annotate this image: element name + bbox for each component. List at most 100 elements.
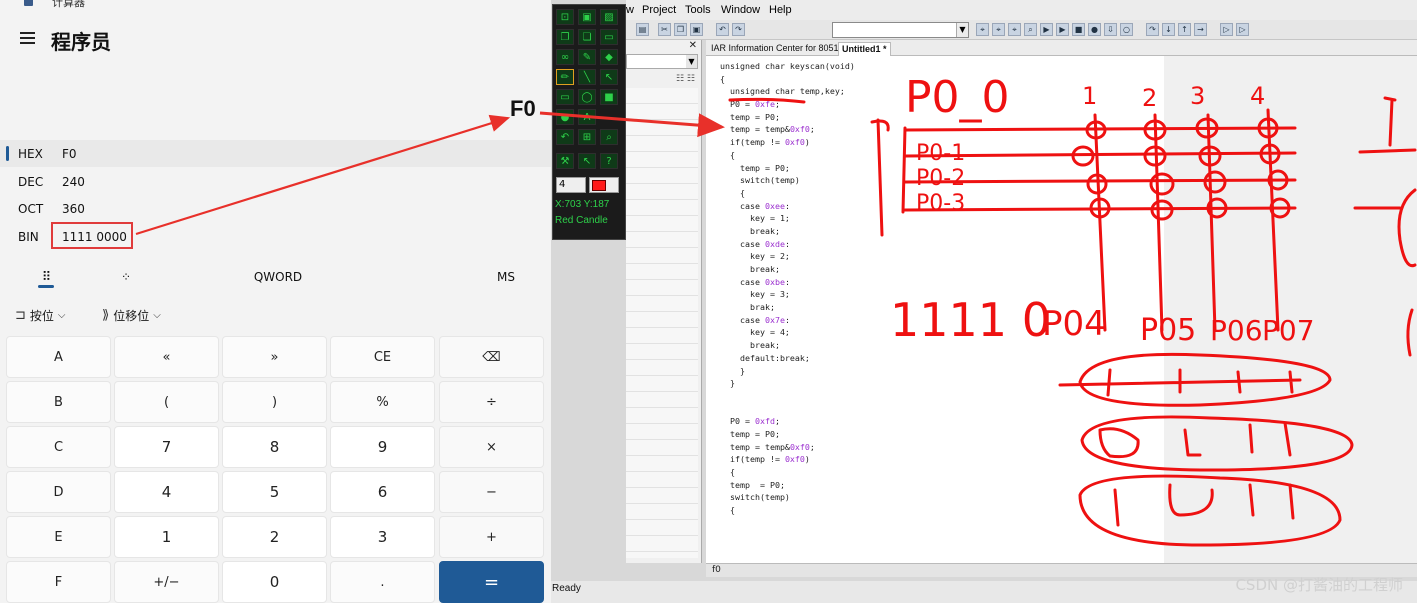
code-line[interactable] xyxy=(720,390,920,403)
shift-left-key[interactable]: « xyxy=(114,336,219,378)
code-line[interactable]: temp = P0; xyxy=(720,162,920,175)
code-line[interactable]: break; xyxy=(720,263,920,276)
pen-size-select[interactable]: 4 xyxy=(556,177,586,193)
next-bookmark-icon[interactable]: ⌖ xyxy=(1008,23,1021,36)
menu-tools[interactable]: Tools xyxy=(685,4,711,16)
negate-key[interactable]: +/− xyxy=(114,561,219,603)
code-line[interactable]: case 0xee: xyxy=(720,200,920,213)
key-7[interactable]: 7 xyxy=(114,426,219,468)
pen-icon[interactable]: ✏ xyxy=(556,69,574,85)
full-keypad-tab[interactable]: ⠿ xyxy=(26,258,66,296)
stop-build-icon[interactable]: ■ xyxy=(1072,23,1085,36)
key-e[interactable]: E xyxy=(6,516,111,558)
radix-oct-row[interactable]: OCT 360 xyxy=(0,195,551,222)
key-0[interactable]: 0 xyxy=(222,561,327,603)
memory-store-button[interactable]: MS xyxy=(486,258,526,296)
ellipse-icon[interactable]: ◯ xyxy=(578,89,596,105)
open-paren-key[interactable]: ( xyxy=(114,381,219,423)
filled-ellipse-icon[interactable]: ● xyxy=(556,109,574,125)
code-line[interactable] xyxy=(720,403,920,416)
paste-icon[interactable]: ▣ xyxy=(690,23,703,36)
bitshift-dropdown[interactable]: ⟫ 位移位 ⌵ xyxy=(102,307,161,324)
download-icon[interactable]: ⇩ xyxy=(1104,23,1117,36)
add-key[interactable]: + xyxy=(439,516,544,558)
key-b[interactable]: B xyxy=(6,381,111,423)
open-icon[interactable]: ⊡ xyxy=(556,9,574,25)
copy-icon[interactable]: ❐ xyxy=(674,23,687,36)
code-line[interactable]: case 0x7e: xyxy=(720,314,920,327)
tools-icon[interactable]: ⚒ xyxy=(556,153,574,169)
screenshot-icon[interactable]: ⊞ xyxy=(578,129,596,145)
next-statement-icon[interactable]: → xyxy=(1194,23,1207,36)
code-line[interactable]: break; xyxy=(720,339,920,352)
editor-pane[interactable]: IAR Information Center for 8051 Untitled… xyxy=(706,40,1417,563)
brush-icon[interactable]: ✎ xyxy=(578,49,596,65)
clear-entry-key[interactable]: CE xyxy=(330,336,435,378)
eraser-icon[interactable]: ◆ xyxy=(600,49,618,65)
divide-key[interactable]: ÷ xyxy=(439,381,544,423)
image-icon[interactable]: ▨ xyxy=(600,9,618,25)
find-in-files-icon[interactable]: ⌕ xyxy=(1024,23,1037,36)
find-combo[interactable]: ▼ xyxy=(832,22,969,38)
text-icon[interactable]: A xyxy=(578,109,596,125)
key-9[interactable]: 9 xyxy=(330,426,435,468)
backspace-key[interactable]: ⌫ xyxy=(439,336,544,378)
code-line[interactable]: if(temp != 0xf0) xyxy=(720,453,920,466)
key-c[interactable]: C xyxy=(6,426,111,468)
cursor-icon[interactable]: ↖ xyxy=(578,153,596,169)
decimal-key[interactable]: . xyxy=(330,561,435,603)
rectangle-icon[interactable]: ▭ xyxy=(556,89,574,105)
code-line[interactable]: key = 4; xyxy=(720,326,920,339)
source-code[interactable]: unsigned char keyscan(void){ unsigned ch… xyxy=(720,60,920,540)
key-5[interactable]: 5 xyxy=(222,471,327,513)
menu-view[interactable]: w xyxy=(626,4,634,16)
radix-hex-row[interactable]: HEX F0 xyxy=(0,140,551,167)
key-8[interactable]: 8 xyxy=(222,426,327,468)
arrow-icon[interactable]: ↖ xyxy=(600,69,618,85)
multiply-key[interactable]: × xyxy=(439,426,544,468)
zoom-icon[interactable]: ⌕ xyxy=(600,129,618,145)
tab-info-center[interactable]: IAR Information Center for 8051 xyxy=(708,42,842,56)
print-icon[interactable]: ▤ xyxy=(636,23,649,36)
breakpoint-icon[interactable]: ○ xyxy=(1120,23,1133,36)
step-into-icon[interactable]: ↓ xyxy=(1162,23,1175,36)
code-line[interactable]: { xyxy=(720,73,920,86)
key-1[interactable]: 1 xyxy=(114,516,219,558)
help-icon[interactable]: ? xyxy=(600,153,618,169)
undo-icon[interactable]: ↶ xyxy=(716,23,729,36)
code-line[interactable]: break; xyxy=(720,225,920,238)
code-line[interactable]: case 0xde: xyxy=(720,238,920,251)
menu-project[interactable]: Project xyxy=(642,4,676,16)
code-line[interactable]: temp = P0; xyxy=(720,428,920,441)
modulo-key[interactable]: % xyxy=(330,381,435,423)
code-line[interactable]: P0 = 0xfe; xyxy=(720,98,920,111)
key-3[interactable]: 3 xyxy=(330,516,435,558)
step-out-icon[interactable]: ↑ xyxy=(1178,23,1191,36)
menu-help[interactable]: Help xyxy=(769,4,792,16)
cut-icon[interactable]: ✂ xyxy=(658,23,671,36)
frame-icon[interactable]: ▭ xyxy=(600,29,618,45)
save-icon[interactable]: ▣ xyxy=(578,9,596,25)
step-over-icon[interactable]: ↷ xyxy=(1146,23,1159,36)
key-a[interactable]: A xyxy=(6,336,111,378)
line-icon[interactable]: ╲ xyxy=(578,69,596,85)
prev-bookmark-icon[interactable]: ⌖ xyxy=(992,23,1005,36)
code-line[interactable]: temp = P0; xyxy=(720,479,920,492)
workspace-config-combo[interactable]: ▼ xyxy=(626,54,698,69)
code-line[interactable]: switch(temp) xyxy=(720,491,920,504)
bit-toggle-tab[interactable]: ⁘ xyxy=(106,258,146,296)
link-icon[interactable]: ∞ xyxy=(556,49,574,65)
close-paren-key[interactable]: ) xyxy=(222,381,327,423)
toggle-bookmark-icon[interactable]: ⌖ xyxy=(976,23,989,36)
radix-dec-row[interactable]: DEC 240 xyxy=(0,168,551,195)
code-line[interactable]: { xyxy=(720,466,920,479)
key-d[interactable]: D xyxy=(6,471,111,513)
equals-key[interactable]: = xyxy=(439,561,544,603)
undo-icon[interactable]: ↶ xyxy=(556,129,574,145)
word-size-button[interactable]: QWORD xyxy=(238,258,318,296)
code-line[interactable]: P0 = 0xfd; xyxy=(720,415,920,428)
menu-window[interactable]: Window xyxy=(721,4,760,16)
close-icon[interactable]: ✕ xyxy=(689,40,697,51)
code-line[interactable]: temp = temp&0xf0; xyxy=(720,441,920,454)
code-line[interactable]: case 0xbe: xyxy=(720,276,920,289)
